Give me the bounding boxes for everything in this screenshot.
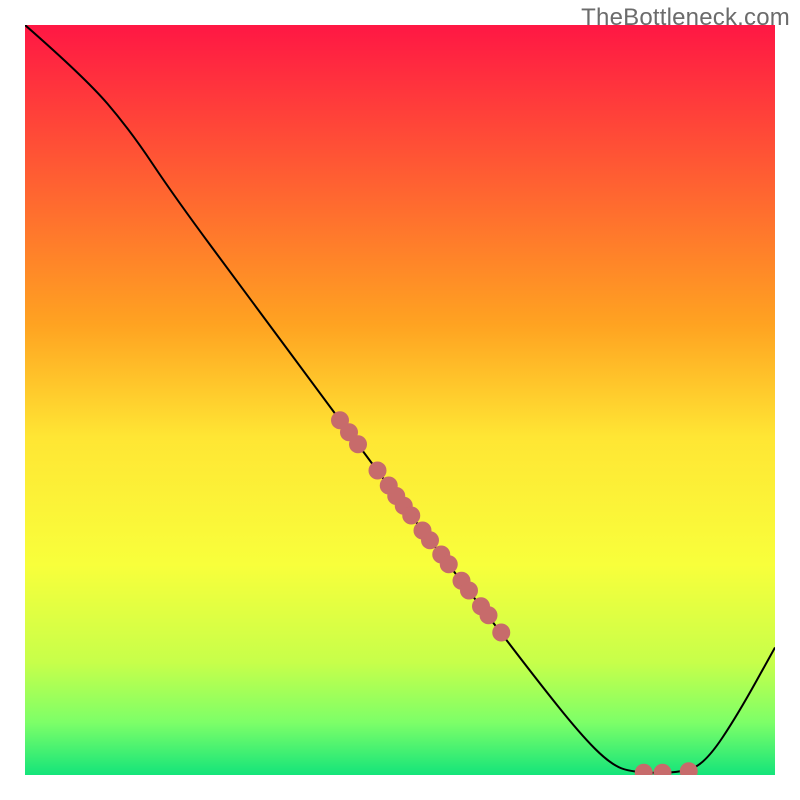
chart-container: TheBottleneck.com xyxy=(0,0,800,800)
chart-marker xyxy=(349,435,367,453)
chart-marker xyxy=(402,507,420,525)
chart-marker xyxy=(440,555,458,573)
watermark-text: TheBottleneck.com xyxy=(581,4,790,32)
bottleneck-chart xyxy=(0,0,800,800)
chart-marker xyxy=(480,606,498,624)
chart-marker xyxy=(460,582,478,600)
chart-marker xyxy=(421,531,439,549)
chart-marker xyxy=(492,624,510,642)
chart-marker xyxy=(369,462,387,480)
chart-plot-bg xyxy=(25,25,775,775)
